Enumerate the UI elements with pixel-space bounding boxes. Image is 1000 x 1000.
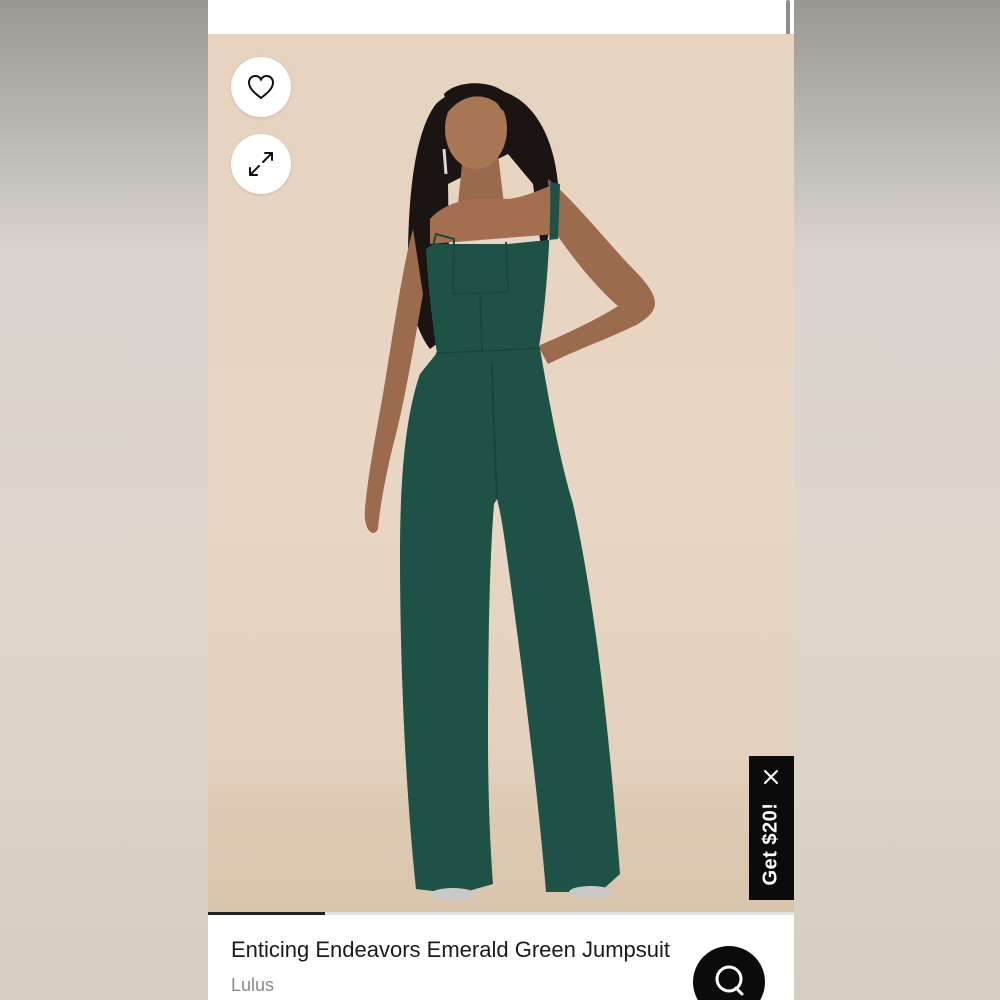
expand-button[interactable] [231,134,291,194]
progress-fill [208,912,326,915]
product-page: Get $20! Enticing Endeavors Emerald Gree… [208,0,794,1000]
product-title: Enticing Endeavors Emerald Green Jumpsui… [231,937,670,962]
chat-bubble-icon [715,965,744,996]
product-photo[interactable]: Get $20! [208,34,794,914]
brand-name[interactable]: Lulus [231,975,274,996]
promo-label: Get $20! [759,802,782,886]
chat-button[interactable] [693,946,765,1000]
close-icon[interactable] [762,768,780,786]
photo-carousel-progress [208,912,794,915]
model-illustration [364,83,655,900]
promo-tab[interactable]: Get $20! [749,756,794,900]
top-bar [208,0,794,34]
favorite-button[interactable] [231,57,291,117]
expand-arrows-icon [249,152,273,176]
heart-outline-icon [247,74,275,100]
